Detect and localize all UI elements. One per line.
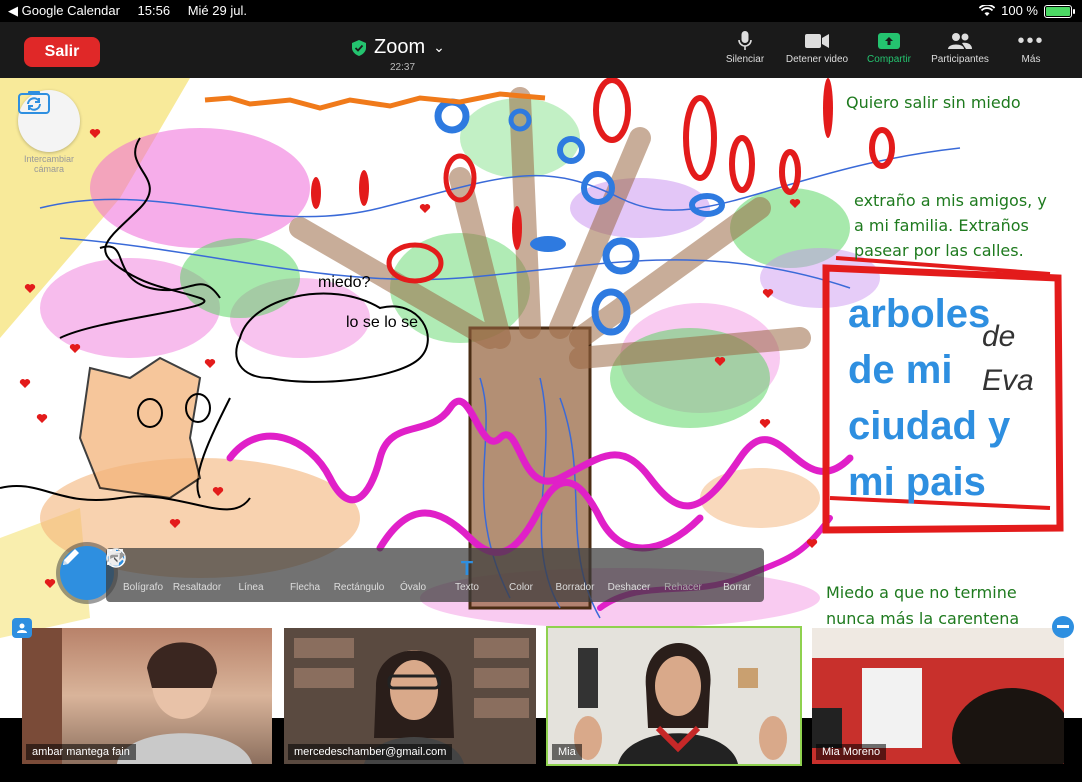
share-screen-icon: [878, 33, 900, 49]
note-extrano-line-2: a mi familia. Extraños: [854, 216, 1029, 235]
switch-camera-label: Intercambiar cámara: [23, 154, 75, 174]
tool-text[interactable]: T Texto: [440, 558, 494, 593]
participants-icon: [948, 33, 972, 49]
battery-icon: [1044, 4, 1075, 18]
participant-name: mercedeschamber@gmail.com: [288, 744, 453, 760]
board-author-de: de: [982, 320, 1016, 353]
note-quiero-salir: Quiero salir sin miedo: [846, 93, 1021, 112]
board-title-line-4: mi pais: [848, 460, 986, 504]
participant-name: Mia Moreno: [816, 744, 887, 760]
meeting-controls: Silenciar Detener video Compartir Partic…: [714, 28, 1062, 66]
encryption-shield-icon: [352, 39, 366, 56]
mute-label: Silenciar: [725, 54, 765, 65]
mute-button[interactable]: Silenciar: [714, 28, 776, 65]
ios-status-bar: ◀ Google Calendar 15:56 Mié 29 jul. 100 …: [0, 0, 1082, 22]
tool-rectangle[interactable]: Rectángulo: [107, 549, 386, 593]
participant-tile[interactable]: mercedeschamber@gmail.com: [284, 628, 536, 764]
more-label: Más: [1021, 54, 1041, 65]
status-bar-left: ◀ Google Calendar 15:56 Mié 29 jul.: [8, 0, 261, 22]
wifi-icon: [979, 5, 996, 16]
more-button[interactable]: ••• Más: [1000, 28, 1062, 66]
meeting-timer: 22:37: [390, 62, 416, 73]
clock: 15:56: [137, 3, 171, 18]
share-label: Compartir: [867, 54, 911, 65]
tool-rectangle-label: Rectángulo: [333, 581, 385, 593]
note-extrano-line-1: extraño a mis amigos, y: [854, 191, 1047, 210]
tool-highlighter-label: Resaltador: [172, 581, 222, 593]
note-miedo: miedo?: [318, 274, 371, 291]
tool-line-label: Línea: [238, 581, 264, 593]
participant-tile[interactable]: Mia Moreno: [812, 628, 1064, 764]
tool-undo-label: Deshacer: [607, 581, 651, 593]
minimize-strip-button[interactable]: [1052, 616, 1074, 638]
tool-clear[interactable]: Borrar: [107, 549, 764, 593]
share-button[interactable]: Compartir: [858, 28, 920, 65]
tool-color-label: Color: [509, 581, 533, 593]
video-camera-icon: [805, 34, 829, 48]
tool-undo[interactable]: Deshacer: [107, 549, 656, 593]
stop-video-label: Detener video: [785, 54, 849, 65]
switch-camera-button[interactable]: [18, 90, 80, 152]
tool-eraser[interactable]: Borrador: [108, 552, 602, 593]
tool-pen-label: Bolígrafo: [122, 581, 164, 593]
meeting-title[interactable]: Zoom ⌄: [352, 36, 445, 59]
pin-video-button[interactable]: [12, 618, 32, 638]
participant-strip: ambar mantega fain mercedeschamber@gmail…: [0, 618, 1082, 782]
back-to-app-link[interactable]: ◀ Google Calendar: [8, 3, 120, 18]
tool-color[interactable]: Color: [106, 548, 548, 593]
trash-icon: [107, 549, 121, 566]
tool-line[interactable]: Línea: [107, 549, 278, 593]
tool-clear-label: Borrar: [723, 581, 751, 593]
participant-tile-active-speaker[interactable]: Mia: [546, 626, 802, 766]
pencil-icon: [63, 549, 79, 565]
tool-highlighter[interactable]: Resaltador: [108, 551, 224, 593]
tool-redo-label: Rehacer: [664, 581, 702, 593]
participant-tile[interactable]: ambar mantega fain: [22, 628, 272, 764]
tool-eraser-label: Borrador: [555, 581, 595, 593]
participants-label: Participantes: [931, 54, 989, 65]
tool-oval-label: Óvalo: [399, 581, 427, 593]
annotation-toolbar: Bolígrafo Resaltador Línea Flecha Rectán…: [106, 548, 764, 602]
status-bar-right: 100 %: [979, 0, 1075, 22]
minus-icon: [1057, 625, 1069, 628]
participant-video: [548, 628, 800, 764]
board-author-name: Eva: [982, 364, 1034, 397]
meeting-toolbar: Salir Zoom ⌄ 22:37 Silenciar Detener vid…: [0, 22, 1082, 78]
participant-name: ambar mantega fain: [26, 744, 136, 760]
participants-button[interactable]: Participantes: [920, 28, 1000, 65]
leave-button[interactable]: Salir: [24, 37, 100, 67]
switch-camera-icon: [18, 91, 50, 114]
meeting-title-text: Zoom: [374, 36, 426, 58]
note-extrano-line-3: pasear por las calles.: [854, 241, 1024, 260]
note-miedo-line-1: Miedo a que no termine: [826, 583, 1017, 602]
stop-video-button[interactable]: Detener video: [776, 28, 858, 65]
tool-redo[interactable]: Rehacer: [107, 549, 710, 593]
tool-oval[interactable]: Óvalo: [107, 549, 440, 593]
more-icon: •••: [1017, 29, 1045, 52]
battery-percent: 100 %: [1001, 3, 1038, 18]
note-lo-se: lo se lo se: [346, 314, 419, 331]
board-title-line-3: ciudad y: [848, 404, 1011, 448]
tool-arrow-label: Flecha: [289, 581, 320, 593]
microphone-icon: [738, 31, 752, 50]
date: Mié 29 jul.: [187, 3, 247, 18]
text-icon: T: [460, 558, 474, 580]
person-icon: [17, 623, 27, 633]
tool-arrow[interactable]: Flecha: [107, 549, 332, 593]
chevron-down-icon: ⌄: [433, 39, 445, 55]
tool-text-label: Texto: [455, 581, 479, 593]
participant-name: Mia: [552, 744, 582, 760]
